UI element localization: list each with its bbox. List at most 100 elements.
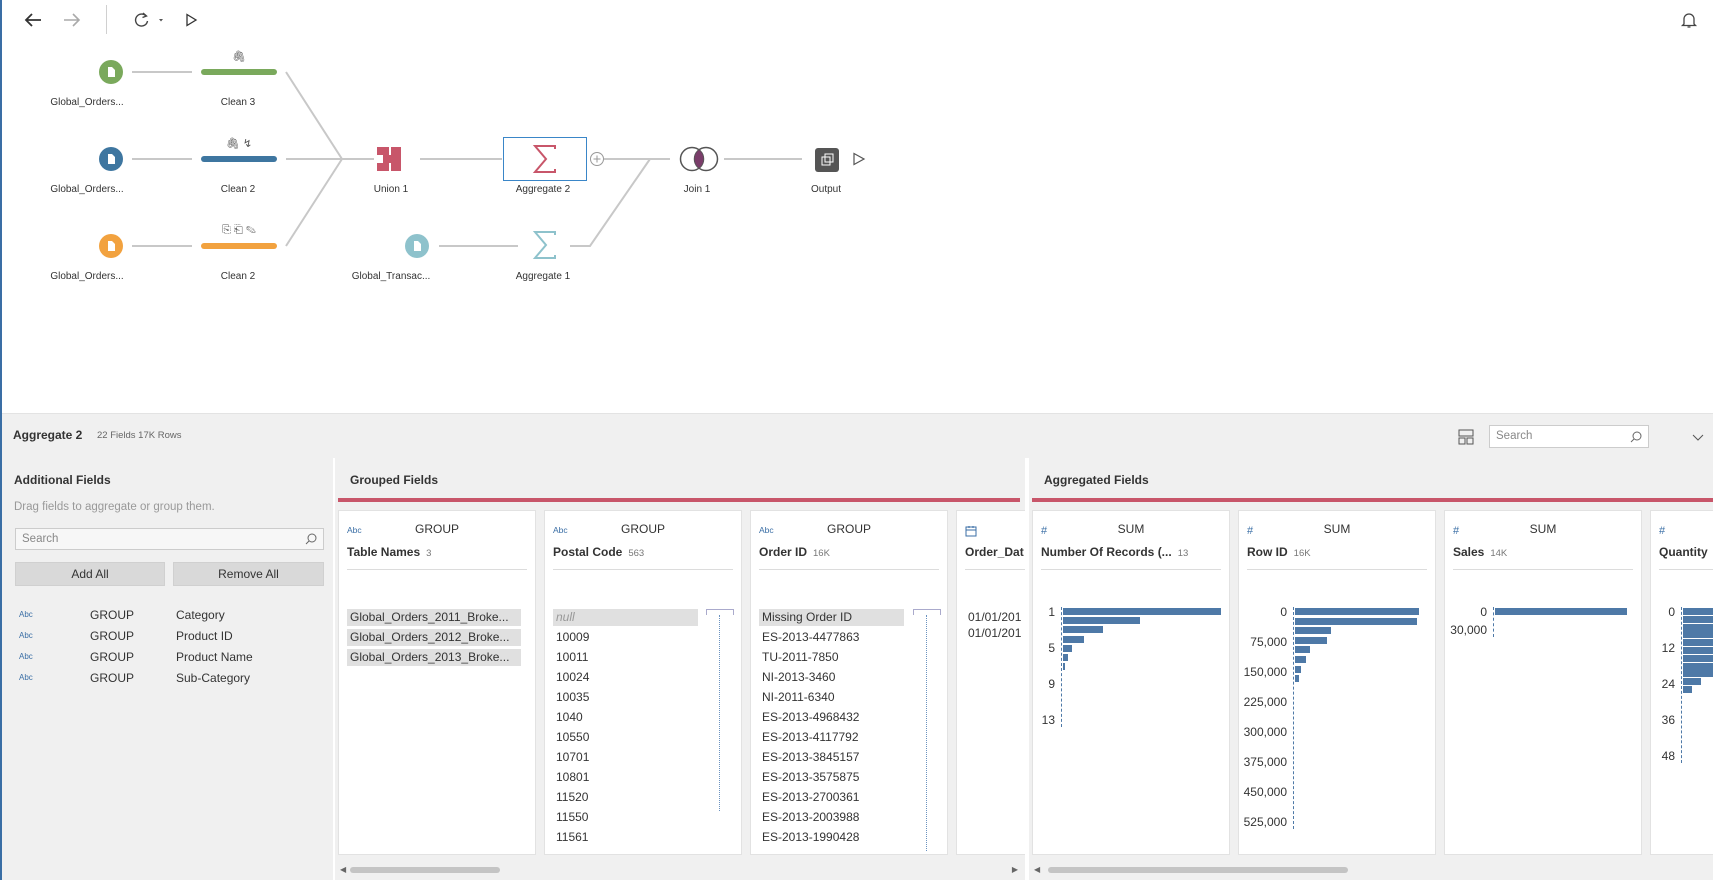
value-item[interactable]: NI-2013-3460 <box>759 669 838 686</box>
field-row[interactable]: Abc GROUP Product Name <box>2 648 333 668</box>
back-button[interactable] <box>20 7 46 33</box>
fields-search-input[interactable]: Search <box>15 528 324 550</box>
histogram-bar[interactable] <box>1295 608 1419 615</box>
input-node-2[interactable] <box>99 147 123 171</box>
layout-toggle-button[interactable] <box>1458 429 1474 450</box>
scroll-left-icon[interactable]: ◀ <box>340 865 346 874</box>
value-item[interactable]: Global_Orders_2012_Broke... <box>347 629 521 646</box>
value-item[interactable]: null <box>553 609 698 626</box>
field-card-quantity[interactable]: # Quantity 0 12 24 36 48 <box>1650 510 1713 855</box>
flow-canvas[interactable]: Global_Orders... Global_Orders... Global… <box>2 40 1713 413</box>
histogram-bar[interactable] <box>1063 617 1141 625</box>
field-card-row-id[interactable]: # SUM Row ID 16K 0 75,000 150,000 225,000 300… <box>1238 510 1436 855</box>
input-node-1[interactable] <box>99 60 123 84</box>
value-item[interactable]: Global_Orders_2013_Broke... <box>347 649 521 666</box>
input-node-3[interactable] <box>99 234 123 258</box>
histogram-bar[interactable] <box>1063 654 1068 661</box>
field-card-table-names[interactable]: Abc GROUP Table Names 3 Global_Orders_201… <box>338 510 536 855</box>
histogram-bar[interactable] <box>1683 608 1713 615</box>
output-node[interactable] <box>815 148 839 172</box>
value-item[interactable]: 11520 <box>553 789 591 806</box>
value-item[interactable]: 10011 <box>553 649 591 666</box>
run-button[interactable] <box>178 7 204 33</box>
field-card-postal-code[interactable]: Abc GROUP Postal Code 563 null 10009 1001… <box>544 510 742 855</box>
histogram-bar[interactable] <box>1683 686 1692 693</box>
histogram-bar[interactable] <box>1295 636 1328 644</box>
histogram-bar[interactable] <box>1683 631 1713 639</box>
histogram-bar[interactable] <box>1063 663 1066 671</box>
clean-2-node-a[interactable] <box>201 156 277 162</box>
field-row[interactable]: Abc GROUP Category <box>2 606 333 626</box>
histogram-bar[interactable] <box>1495 608 1627 615</box>
value-item[interactable]: 10009 <box>553 629 592 646</box>
value-item[interactable]: Missing Order ID <box>759 609 904 626</box>
notifications-button[interactable] <box>1676 7 1702 33</box>
value-item[interactable]: 10801 <box>553 769 592 786</box>
histogram-bar[interactable] <box>1063 626 1103 634</box>
value-item[interactable]: 11561 <box>553 829 591 846</box>
value-item[interactable]: 10701 <box>553 749 592 766</box>
histogram-bar[interactable] <box>1063 608 1221 615</box>
histogram-bar[interactable] <box>1295 656 1307 663</box>
profile-search-input[interactable]: Search <box>1489 425 1649 448</box>
add-step-button[interactable] <box>589 151 605 172</box>
value-item[interactable]: ES-2013-2700361 <box>759 789 862 806</box>
histogram-bar[interactable] <box>1683 678 1701 686</box>
value-scroll-indicator[interactable] <box>913 609 941 615</box>
histogram-bar[interactable] <box>1683 647 1713 654</box>
remove-all-button[interactable]: Remove All <box>173 562 324 586</box>
histogram-bar[interactable] <box>1683 615 1713 623</box>
value-item[interactable]: 01/01/201 <box>965 625 1024 642</box>
value-item[interactable]: ES-2013-2003988 <box>759 809 862 826</box>
field-card-order-date[interactable]: Order_Dat 01/01/201 01/01/201 <box>956 510 1025 855</box>
field-card-order-id[interactable]: Abc GROUP Order ID 16K Missing Order ID E… <box>750 510 948 855</box>
value-item[interactable]: 10024 <box>553 669 592 686</box>
clean-2-node-b[interactable] <box>201 243 277 249</box>
union-1-node[interactable] <box>377 147 409 176</box>
refresh-dropdown-button[interactable] <box>129 7 169 33</box>
value-item[interactable]: ES-2013-4117792 <box>759 729 862 746</box>
histogram-bar[interactable] <box>1295 665 1302 673</box>
value-item[interactable]: NI-2011-6340 <box>759 689 838 706</box>
histogram-bar[interactable] <box>1295 617 1417 625</box>
histogram-bar[interactable] <box>1683 662 1713 670</box>
value-item[interactable]: 10550 <box>553 729 592 746</box>
scroll-right-icon[interactable]: ▶ <box>1012 865 1018 874</box>
value-item[interactable]: 01/01/201 <box>965 609 1024 626</box>
value-item[interactable]: Global_Orders_2011_Broke... <box>347 609 521 626</box>
value-item[interactable]: 10035 <box>553 689 592 706</box>
forward-button[interactable] <box>59 7 85 33</box>
join-1-node[interactable] <box>678 145 720 178</box>
scroll-thumb[interactable] <box>1048 867 1348 873</box>
histogram-bar[interactable] <box>1063 635 1084 643</box>
value-item[interactable]: ES-2013-4477863 <box>759 629 862 646</box>
histogram-bar[interactable] <box>1683 654 1713 662</box>
scroll-thumb[interactable] <box>350 867 500 873</box>
histogram-bar[interactable] <box>1295 627 1331 635</box>
histogram-bar[interactable] <box>1683 623 1713 631</box>
value-item[interactable]: TU-2011-7850 <box>759 649 842 666</box>
value-scroll-indicator[interactable] <box>706 609 734 615</box>
field-row[interactable]: Abc GROUP Product ID <box>2 627 333 647</box>
add-all-button[interactable]: Add All <box>15 562 165 586</box>
value-item[interactable]: 11550 <box>553 809 591 826</box>
aggregated-fields-scrollbar[interactable]: ◀ <box>1032 865 1713 875</box>
clean-3-node[interactable] <box>201 69 277 75</box>
field-row[interactable]: Abc GROUP Sub-Category <box>2 669 333 689</box>
value-item[interactable]: ES-2013-3845157 <box>759 749 862 766</box>
histogram-bar[interactable] <box>1295 646 1310 654</box>
grouped-fields-scrollbar[interactable]: ◀ ▶ <box>338 865 1020 875</box>
histogram-bar[interactable] <box>1295 675 1299 683</box>
histogram-bar[interactable] <box>1683 670 1713 678</box>
field-card-number-of-records[interactable]: # SUM Number Of Records (... 13 1 5 9 13 <box>1032 510 1230 855</box>
value-item[interactable]: 1040 <box>553 709 586 726</box>
scroll-left-icon[interactable]: ◀ <box>1034 865 1040 874</box>
collapse-panel-button[interactable] <box>1692 430 1704 448</box>
aggregate-1-node[interactable] <box>532 231 558 264</box>
input-node-4[interactable] <box>405 234 429 258</box>
value-item[interactable]: ES-2013-4968432 <box>759 709 862 726</box>
histogram-bar[interactable] <box>1063 644 1073 652</box>
field-card-sales[interactable]: # SUM Sales 14K 0 30,000 <box>1444 510 1642 855</box>
aggregate-2-node[interactable] <box>503 137 587 181</box>
value-item[interactable]: ES-2013-3575875 <box>759 769 862 786</box>
